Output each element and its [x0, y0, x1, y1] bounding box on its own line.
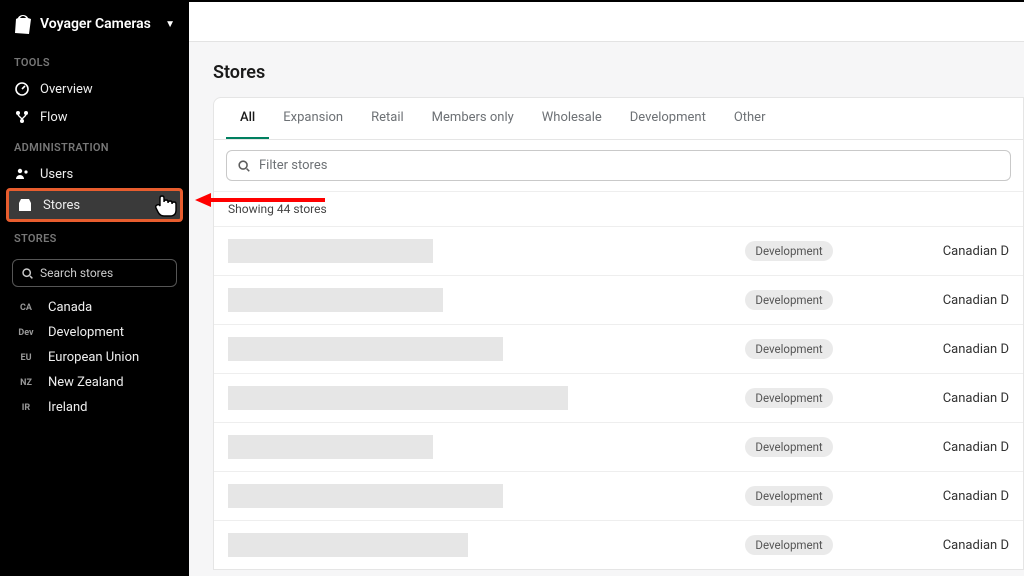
store-label: New Zealand	[48, 375, 124, 390]
tab-development[interactable]: Development	[616, 98, 720, 139]
status-badge: Development	[745, 339, 832, 359]
store-name-placeholder	[228, 435, 433, 459]
store-label: Ireland	[48, 400, 87, 415]
status-badge: Development	[745, 388, 832, 408]
store-row[interactable]: Development Canadian D	[214, 226, 1023, 275]
stores-icon	[17, 197, 33, 213]
nav-overview[interactable]: Overview	[0, 75, 189, 103]
region-text: Canadian D	[943, 440, 1009, 455]
region-text: Canadian D	[943, 489, 1009, 504]
section-tools-label: TOOLS	[0, 46, 189, 75]
store-name-placeholder	[228, 484, 503, 508]
region-text: Canadian D	[943, 538, 1009, 553]
status-badge: Development	[745, 486, 832, 506]
tab-members-only[interactable]: Members only	[418, 98, 528, 139]
tab-other[interactable]: Other	[720, 98, 780, 139]
region-text: Canadian D	[943, 244, 1009, 259]
store-name-placeholder	[228, 239, 433, 263]
region-text: Canadian D	[943, 293, 1009, 308]
region-text: Canadian D	[943, 342, 1009, 357]
search-placeholder: Search stores	[40, 266, 113, 280]
filter-placeholder: Filter stores	[259, 158, 327, 173]
search-stores-input[interactable]: Search stores	[12, 259, 177, 287]
nav-label: Users	[40, 167, 73, 182]
brand-switcher[interactable]: Voyager Cameras ▼	[0, 8, 189, 46]
nav-stores[interactable]: Stores	[6, 188, 183, 222]
nav-label: Overview	[40, 82, 93, 97]
filter-stores-input[interactable]: Filter stores	[226, 150, 1011, 181]
topbar	[189, 2, 1024, 42]
store-name-placeholder	[228, 533, 468, 557]
search-icon	[237, 159, 251, 173]
shopify-bag-icon	[14, 14, 32, 34]
store-tag: Dev	[14, 328, 38, 338]
store-row[interactable]: Development Canadian D	[214, 422, 1023, 471]
tab-all[interactable]: All	[226, 98, 269, 139]
store-tag: CA	[14, 303, 38, 313]
store-row[interactable]: Development Canadian D	[214, 373, 1023, 422]
store-label: Development	[48, 325, 124, 340]
region-text: Canadian D	[943, 391, 1009, 406]
status-badge: Development	[745, 241, 832, 261]
tabs: AllExpansionRetailMembers onlyWholesaleD…	[214, 98, 1023, 140]
store-name-placeholder	[228, 386, 568, 410]
tab-expansion[interactable]: Expansion	[269, 98, 357, 139]
sidebar-store-item[interactable]: NZ New Zealand	[0, 370, 189, 395]
store-tag: IR	[14, 403, 38, 413]
nav-users[interactable]: Users	[0, 160, 189, 188]
store-row[interactable]: Development Canadian D	[214, 471, 1023, 520]
users-icon	[14, 166, 30, 182]
sidebar-store-item[interactable]: CA Canada	[0, 295, 189, 320]
nav-label: Stores	[43, 198, 80, 213]
store-row[interactable]: Development Canadian D	[214, 275, 1023, 324]
showing-count: Showing 44 stores	[214, 192, 1023, 226]
tab-wholesale[interactable]: Wholesale	[528, 98, 616, 139]
nav-label: Flow	[40, 110, 68, 125]
sidebar-store-item[interactable]: Dev Development	[0, 320, 189, 345]
store-tag: EU	[14, 353, 38, 363]
section-admin-label: ADMINISTRATION	[0, 131, 189, 160]
store-tag: NZ	[14, 378, 38, 388]
store-row[interactable]: Development Canadian D	[214, 520, 1023, 569]
sidebar: Voyager Cameras ▼ TOOLS Overview Flow AD…	[0, 0, 189, 576]
stores-card: AllExpansionRetailMembers onlyWholesaleD…	[213, 97, 1024, 570]
search-icon	[21, 267, 34, 280]
chevron-down-icon: ▼	[165, 19, 175, 30]
status-badge: Development	[745, 535, 832, 555]
status-badge: Development	[745, 437, 832, 457]
sidebar-store-item[interactable]: EU European Union	[0, 345, 189, 370]
store-label: Canada	[48, 300, 92, 315]
brand-name: Voyager Cameras	[40, 16, 151, 32]
section-stores-label: STORES	[0, 222, 189, 251]
store-name-placeholder	[228, 288, 443, 312]
store-name-placeholder	[228, 337, 503, 361]
store-row[interactable]: Development Canadian D	[214, 324, 1023, 373]
sidebar-store-item[interactable]: IR Ireland	[0, 395, 189, 420]
nav-flow[interactable]: Flow	[0, 103, 189, 131]
tab-retail[interactable]: Retail	[357, 98, 418, 139]
status-badge: Development	[745, 290, 832, 310]
page-title: Stores	[189, 62, 1024, 97]
flow-icon	[14, 109, 30, 125]
main-area: Stores AllExpansionRetailMembers onlyWho…	[189, 0, 1024, 576]
overview-icon	[14, 81, 30, 97]
store-label: European Union	[48, 350, 139, 365]
